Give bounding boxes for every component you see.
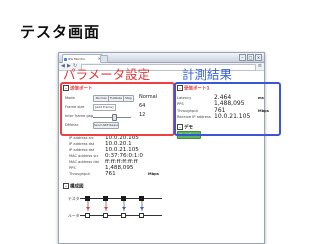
info-row-label: PPS [69, 166, 76, 170]
link-arrow-icon [86, 207, 90, 210]
close-button[interactable]: × [255, 54, 262, 61]
info-row-label: IP address dst [69, 142, 95, 146]
browser-menu-icon[interactable]: ≡ [258, 64, 262, 69]
info-row-label: MAC address dst [69, 160, 99, 164]
info-row-label: IP address src [69, 136, 94, 140]
link-arrows [86, 201, 144, 211]
tab-label: IPG Monitor [68, 57, 86, 61]
info-row-unit: Mbps [148, 172, 159, 176]
info-row-label: IP address dst [69, 148, 95, 152]
browser-titlebar: IPG Monitor × – □ × [59, 53, 264, 63]
router-label: ルータ [68, 213, 80, 218]
parameter-highlight-box [60, 82, 175, 136]
parameter-settings-label: パラメータ設定 [63, 67, 151, 82]
slide-title: テスタ画面 [20, 23, 101, 41]
window-controls: – □ × [239, 54, 262, 61]
topology-title: 構成図 [70, 184, 84, 190]
info-row-label: Throughput [69, 172, 90, 176]
minimize-button[interactable]: – [239, 54, 246, 61]
info-row-value: 761 [105, 171, 116, 177]
measurement-results-label: 計測結果 [182, 67, 233, 82]
link-arrow-icon [140, 207, 144, 210]
info-row-label: MAC address src [69, 154, 99, 158]
tab-favicon-icon [64, 58, 67, 61]
result-highlight-box [174, 82, 281, 136]
tester-label: テスタ [68, 196, 80, 201]
maximize-button[interactable]: □ [247, 54, 254, 61]
link-arrow-icon [122, 207, 126, 210]
browser-tab[interactable]: IPG Monitor × [62, 54, 103, 63]
link-arrow-icon [104, 207, 108, 210]
topology-heading: − 構成図 [63, 183, 84, 191]
collapse-icon[interactable]: − [63, 183, 69, 189]
new-tab-button[interactable] [100, 55, 108, 63]
